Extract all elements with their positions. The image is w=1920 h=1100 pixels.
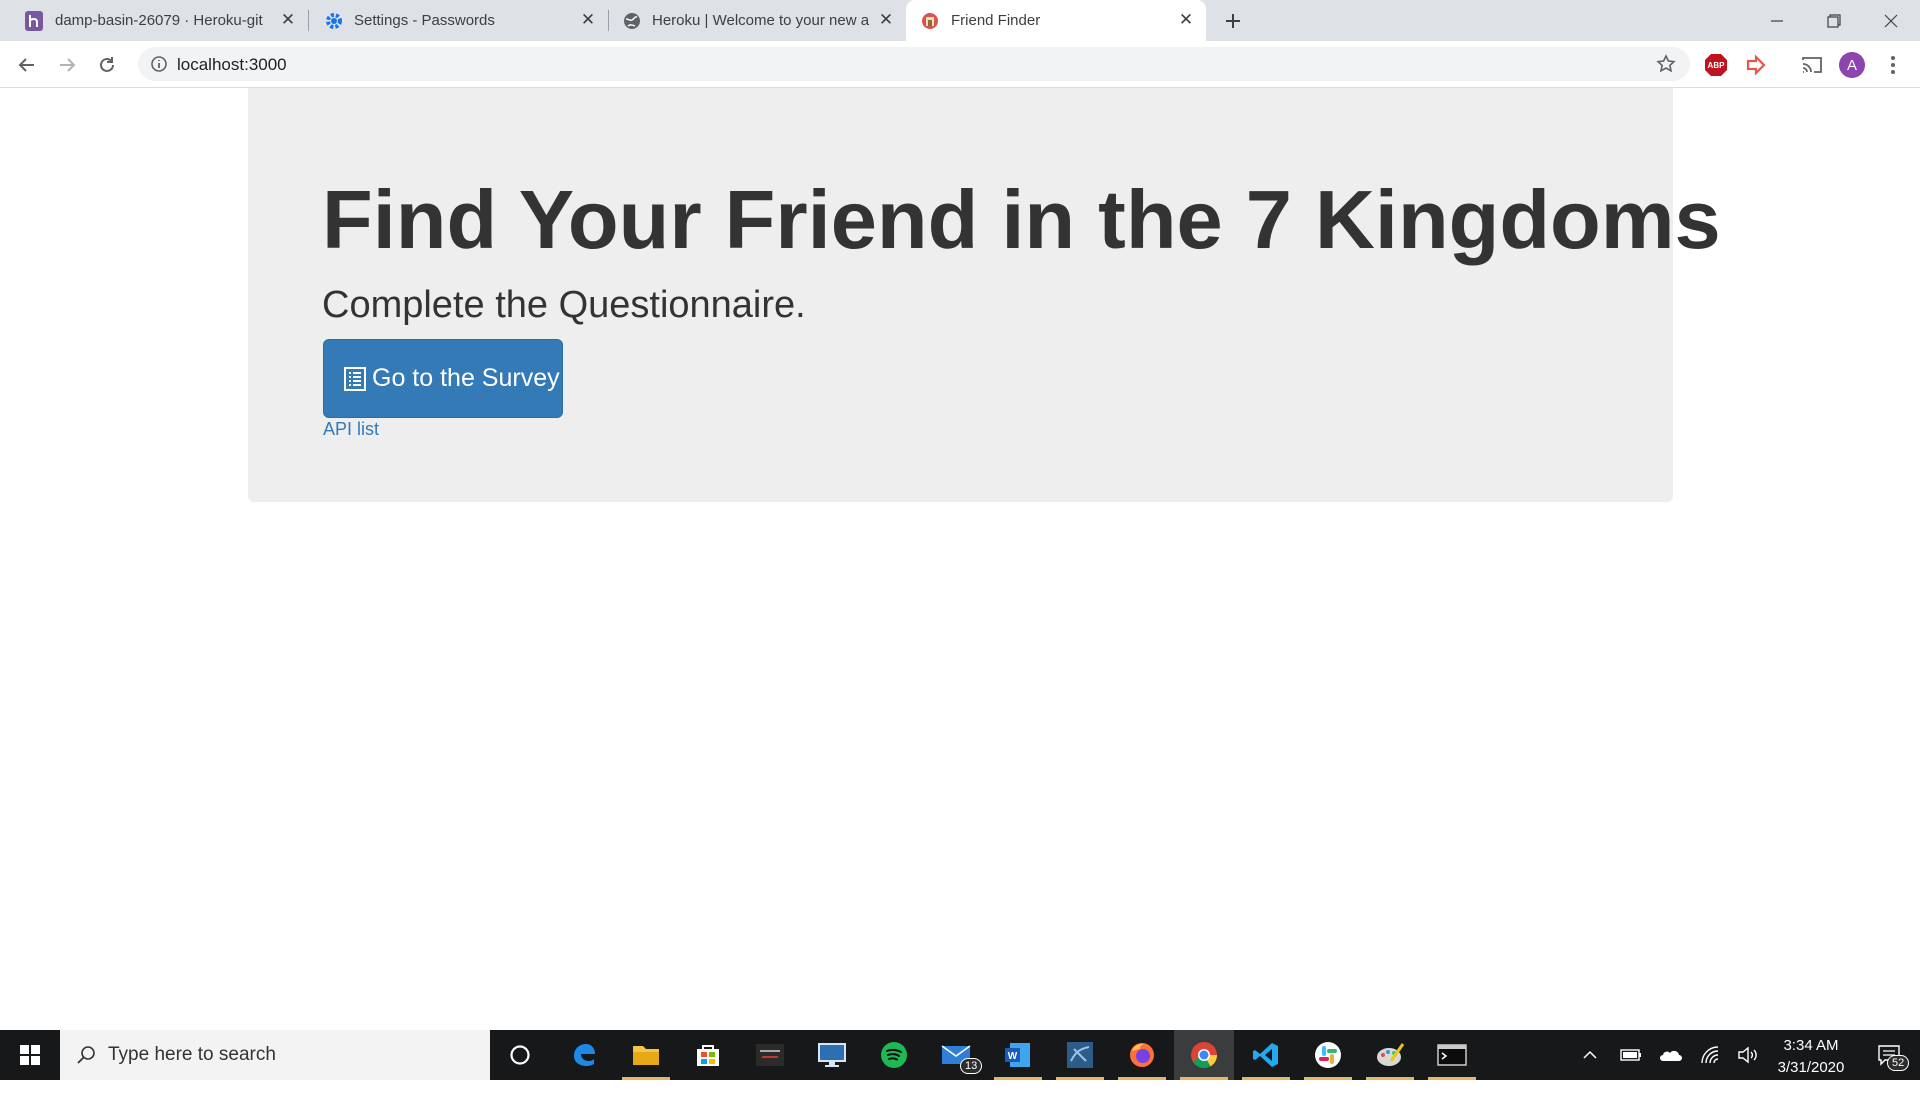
reload-icon[interactable] — [94, 52, 120, 78]
globe-icon — [622, 11, 642, 31]
tab-title: Heroku | Welcome to your new a — [652, 12, 870, 29]
cortana-icon[interactable] — [490, 1030, 550, 1080]
windows-taskbar: Type here to search 13 W 3:34 AM 3/31/20… — [0, 1030, 1920, 1080]
go-to-survey-button[interactable]: Go to the Survey — [323, 339, 563, 418]
search-icon — [77, 1046, 95, 1064]
profile-avatar[interactable]: A — [1839, 52, 1865, 78]
lead-text: Complete the Questionnaire. — [322, 284, 806, 326]
svg-text:W: W — [1008, 1051, 1018, 1062]
mail-icon[interactable]: 13 — [926, 1030, 986, 1080]
tab-friend-finder[interactable]: Friend Finder ✕ — [906, 0, 1206, 41]
slack-icon[interactable] — [1298, 1030, 1358, 1080]
file-explorer-icon[interactable] — [616, 1030, 676, 1080]
show-hidden-icons-icon[interactable] — [1578, 1030, 1602, 1080]
mysql-workbench-icon[interactable] — [1050, 1030, 1110, 1080]
firefox-icon[interactable] — [1112, 1030, 1172, 1080]
browser-tab-strip: damp-basin-26079 · Heroku-git | ✕ Settin… — [0, 0, 1920, 41]
edge-icon[interactable] — [554, 1030, 614, 1080]
lenovo-app-icon[interactable] — [740, 1030, 800, 1080]
word-icon[interactable]: W — [988, 1030, 1048, 1080]
vscode-icon[interactable] — [1236, 1030, 1296, 1080]
tab-settings-passwords[interactable]: Settings - Passwords ✕ — [308, 0, 609, 41]
mail-badge: 13 — [960, 1058, 983, 1074]
list-alt-icon — [344, 366, 366, 391]
search-placeholder: Type here to search — [108, 1044, 276, 1065]
remote-desktop-icon[interactable] — [802, 1030, 862, 1080]
volume-icon[interactable] — [1732, 1030, 1764, 1080]
notifications-badge: 52 — [1887, 1055, 1910, 1071]
address-bar[interactable]: localhost:3000 — [138, 47, 1690, 81]
close-tab-icon[interactable]: ✕ — [578, 10, 598, 30]
close-tab-icon[interactable]: ✕ — [876, 10, 896, 30]
survey-button-label: Go to the Survey — [372, 364, 560, 392]
extension-arrow-icon[interactable] — [1743, 52, 1769, 78]
url-text: localhost:3000 — [177, 55, 287, 74]
page-title: Find Your Friend in the 7 Kingdoms — [322, 173, 1721, 266]
menu-dots-icon[interactable] — [1880, 52, 1906, 78]
tab-title: Friend Finder — [951, 12, 1041, 29]
site-info-icon[interactable] — [150, 55, 168, 78]
close-tab-icon[interactable]: ✕ — [278, 10, 298, 30]
back-icon[interactable] — [14, 52, 40, 78]
paint-icon[interactable] — [1360, 1030, 1420, 1080]
tab-title: Settings - Passwords — [354, 12, 495, 29]
profile-initial: A — [1839, 52, 1865, 78]
tab-heroku-git[interactable]: damp-basin-26079 · Heroku-git | ✕ — [0, 0, 309, 41]
heroku-icon — [24, 11, 44, 31]
bookmark-star-icon[interactable] — [1656, 54, 1676, 79]
clock-time: 3:34 AM — [1783, 1037, 1839, 1054]
browser-toolbar: localhost:3000 ABP A — [0, 41, 1920, 88]
forward-icon[interactable] — [54, 52, 80, 78]
tab-title: damp-basin-26079 · Heroku-git | — [55, 12, 265, 29]
terminal-icon[interactable] — [1422, 1030, 1482, 1080]
action-center-icon[interactable]: 52 — [1864, 1030, 1914, 1080]
taskbar-clock[interactable]: 3:34 AM 3/31/2020 — [1766, 1035, 1856, 1079]
close-window-icon[interactable] — [1862, 0, 1919, 41]
gear-icon — [324, 11, 344, 31]
clock-date: 3/31/2020 — [1777, 1059, 1845, 1076]
windows-start-icon[interactable] — [0, 1030, 60, 1080]
cast-icon[interactable] — [1799, 52, 1825, 78]
minimize-icon[interactable] — [1748, 0, 1805, 41]
close-tab-icon[interactable]: ✕ — [1176, 10, 1196, 30]
tab-heroku-welcome[interactable]: Heroku | Welcome to your new a ✕ — [608, 0, 906, 41]
adblock-label: ABP — [1708, 61, 1726, 70]
chrome-icon[interactable] — [1174, 1030, 1234, 1080]
jumbotron: Find Your Friend in the 7 Kingdoms Compl… — [248, 88, 1721, 502]
taskbar-search-box[interactable]: Type here to search — [60, 1030, 490, 1080]
wifi-icon[interactable] — [1694, 1030, 1726, 1080]
store-icon[interactable] — [678, 1030, 738, 1080]
screen-bottom-strip — [0, 1080, 1920, 1100]
spotify-icon[interactable] — [864, 1030, 924, 1080]
restore-icon[interactable] — [1805, 0, 1862, 41]
new-tab-button[interactable] — [1220, 8, 1246, 34]
battery-icon[interactable] — [1616, 1030, 1646, 1080]
adblock-icon[interactable]: ABP — [1703, 52, 1729, 78]
api-list-link[interactable]: API list — [323, 419, 379, 440]
onedrive-icon[interactable] — [1654, 1030, 1686, 1080]
friend-finder-favicon — [920, 11, 940, 31]
